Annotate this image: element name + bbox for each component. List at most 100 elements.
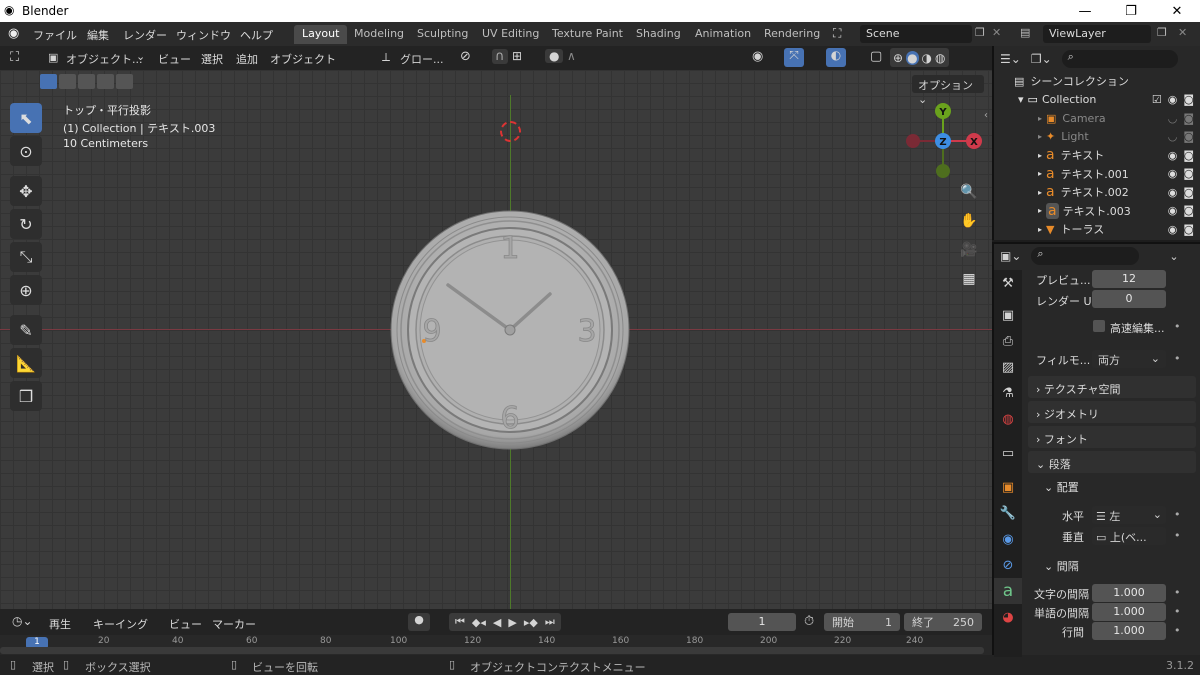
delete-viewlayer-icon[interactable]: ✕ (1178, 26, 1187, 39)
outliner-item-text[interactable]: ▸ a テキスト ◉ ◙ (994, 146, 1200, 165)
properties-editor-icon[interactable]: ▣⌄ (1000, 249, 1021, 263)
outliner-item-torus[interactable]: ▸ ▼ トーラス ◉ ◙ (994, 220, 1200, 239)
expand-arrow-icon[interactable]: ▸ (1038, 169, 1042, 178)
animate-dot-icon[interactable]: • (1174, 320, 1181, 333)
current-frame-field[interactable]: 1 (728, 613, 796, 631)
animate-dot-icon[interactable]: • (1174, 508, 1181, 521)
gizmo-x-label[interactable]: X (970, 137, 978, 148)
properties-search-input[interactable]: ⌕ (1031, 247, 1140, 265)
add-cube-tool-icon[interactable]: ❒ (10, 381, 42, 411)
constraint-tab-icon[interactable]: ⊘ (994, 552, 1022, 578)
render-camera-icon[interactable]: ◙ (1183, 204, 1194, 217)
proportional-edit-icon[interactable]: ● (545, 49, 564, 63)
timeline-menu-marker[interactable]: マーカー (212, 616, 256, 632)
menu-file[interactable]: ファイル (33, 27, 77, 43)
annotate-tool-icon[interactable]: ✎ (10, 315, 42, 345)
expand-arrow-icon[interactable]: ▸ (1038, 151, 1042, 160)
eye-closed-icon[interactable]: ◡ (1168, 130, 1178, 143)
viewlayer-icon[interactable]: ▤ (1020, 26, 1030, 39)
eye-closed-icon[interactable]: ◡ (1168, 112, 1178, 125)
animate-dot-icon[interactable]: • (1174, 352, 1181, 365)
display-mode-icon[interactable]: ❐⌄ (1031, 52, 1052, 66)
solid-shading-icon[interactable]: ● (906, 50, 919, 65)
chevron-down-icon[interactable]: ⌄ (1169, 250, 1178, 263)
scale-tool-icon[interactable]: ⤡ (10, 242, 42, 272)
stopwatch-icon[interactable]: ⏱ (804, 614, 814, 629)
material-tab-icon[interactable]: ◕ (994, 604, 1022, 630)
expand-arrow-icon[interactable]: ▸ (1038, 114, 1042, 123)
measure-tool-icon[interactable]: 📐 (10, 348, 42, 378)
expand-arrow-icon[interactable]: ▾ (1018, 93, 1024, 106)
world-tab-icon[interactable]: ◍ (994, 406, 1022, 432)
close-button[interactable]: ✕ (1154, 0, 1200, 22)
outliner-item-camera[interactable]: ▸ ▣ Camera ◡ ◙ (994, 109, 1200, 128)
outliner-item-text-003[interactable]: ▸ a テキスト.003 ◉ ◙ (994, 202, 1200, 221)
workspace-tab-rendering[interactable]: Rendering (756, 25, 828, 44)
editor-type-icon[interactable]: ⛶ (10, 50, 19, 65)
delete-scene-icon[interactable]: ✕ (992, 26, 1001, 39)
vertical-align-dropdown[interactable]: ▭ 上(ベ... (1092, 527, 1166, 545)
play-reverse-icon[interactable]: ◀ (493, 616, 501, 629)
checkbox-icon[interactable]: ☑ (1152, 93, 1162, 106)
outliner-item-collection[interactable]: ▾ ▭ Collection ☑ ◉ ◙ (994, 91, 1200, 110)
mode-selector[interactable]: オブジェクト... (66, 51, 143, 67)
menu-window[interactable]: ウィンドウ (176, 27, 231, 43)
pan-hand-icon[interactable]: ✋ (957, 209, 981, 233)
end-frame-field[interactable]: 終了 250 (904, 613, 982, 631)
tool-tab-icon[interactable]: ⚒ (994, 270, 1022, 296)
scene-tab-icon[interactable]: ⚗ (994, 380, 1022, 406)
render-u-field[interactable]: 0 (1092, 290, 1166, 308)
spacing-subpanel[interactable]: ⌄ 間隔 (1044, 558, 1079, 574)
options-dropdown[interactable]: オプション ⌄ (912, 75, 984, 106)
workspace-tab-animation[interactable]: Animation (687, 25, 759, 44)
eye-icon[interactable]: ◉ (1168, 149, 1178, 162)
gizmo-toggle-icon[interactable]: ⤧ (784, 48, 804, 67)
transform-tool-icon[interactable]: ⊕ (10, 275, 42, 305)
jump-end-icon[interactable]: ⏭ (545, 615, 555, 629)
outliner-item-text-002[interactable]: ▸ a テキスト.002 ◉ ◙ (994, 183, 1200, 202)
workspace-tab-shading[interactable]: Shading (628, 25, 689, 44)
3d-viewport[interactable]: ⬉ ⊙ ✥ ↻ ⤡ ⊕ ✎ 📐 ❒ トップ・平行投影 (1) Collectio… (0, 70, 992, 609)
texture-space-panel[interactable]: › テクスチャ空間 (1028, 376, 1196, 398)
zoom-icon[interactable]: 🔍 (957, 180, 981, 204)
select-extend-icon[interactable] (59, 74, 76, 89)
outliner-editor-icon[interactable]: ☰⌄ (1000, 52, 1021, 66)
collection-tab-icon[interactable]: ▭ (994, 440, 1022, 466)
eye-icon[interactable]: ◉ (1168, 186, 1178, 199)
sidebar-toggle-icon[interactable]: ‹ (984, 110, 988, 121)
xray-icon[interactable]: ▢ (870, 49, 882, 64)
render-camera-icon[interactable]: ◙ (1183, 93, 1194, 106)
workspace-tab-texture-paint[interactable]: Texture Paint (544, 25, 631, 44)
workspace-tab-sculpting[interactable]: Sculpting (409, 25, 476, 44)
timeline-editor-icon[interactable]: ◷⌄ (12, 614, 33, 628)
line-spacing-field[interactable]: 1.000 (1092, 622, 1166, 640)
snap-toggle-icon[interactable]: ∩ (492, 49, 508, 64)
object-tab-icon[interactable]: ▣ (994, 474, 1022, 500)
paragraph-panel[interactable]: ⌄ 段落 (1028, 451, 1196, 473)
select-invert-icon[interactable] (97, 74, 114, 89)
outliner-item-light[interactable]: ▸ ✦ Light ◡ ◙ (994, 128, 1200, 147)
expand-arrow-icon[interactable]: ▸ (1038, 132, 1042, 141)
camera-view-icon[interactable]: 🎥 (957, 238, 981, 262)
output-tab-icon[interactable]: ⎙ (994, 328, 1022, 354)
menu-render[interactable]: レンダー (123, 27, 167, 43)
timeline-menu-playback[interactable]: 再生 (49, 616, 71, 632)
blender-menu-icon[interactable]: ◉ (8, 26, 19, 41)
animate-dot-icon[interactable]: • (1174, 529, 1181, 542)
animate-dot-icon[interactable]: • (1174, 624, 1181, 637)
timeline-menu-keying[interactable]: キーイング (93, 616, 148, 632)
expand-arrow-icon[interactable]: ▸ (1038, 225, 1042, 234)
start-frame-field[interactable]: 開始 1 (824, 613, 900, 631)
physics-tab-icon[interactable]: ◉ (994, 526, 1022, 552)
timeline-menu-view[interactable]: ビュー (169, 616, 202, 632)
outliner-item-text-001[interactable]: ▸ a テキスト.001 ◉ ◙ (994, 165, 1200, 184)
falloff-icon[interactable]: ∧ (567, 49, 576, 63)
workspace-tab-uv-editing[interactable]: UV Editing (474, 25, 547, 44)
text-data-tab-icon[interactable]: a (994, 578, 1022, 604)
move-tool-icon[interactable]: ✥ (10, 176, 42, 206)
ortho-grid-icon[interactable]: ▦ (957, 267, 981, 291)
select-new-icon[interactable] (40, 74, 57, 89)
wireframe-shading-icon[interactable]: ⊕ (893, 51, 903, 65)
next-keyframe-icon[interactable]: ▸◆ (524, 616, 538, 629)
workspace-tab-layout[interactable]: Layout (294, 25, 348, 44)
